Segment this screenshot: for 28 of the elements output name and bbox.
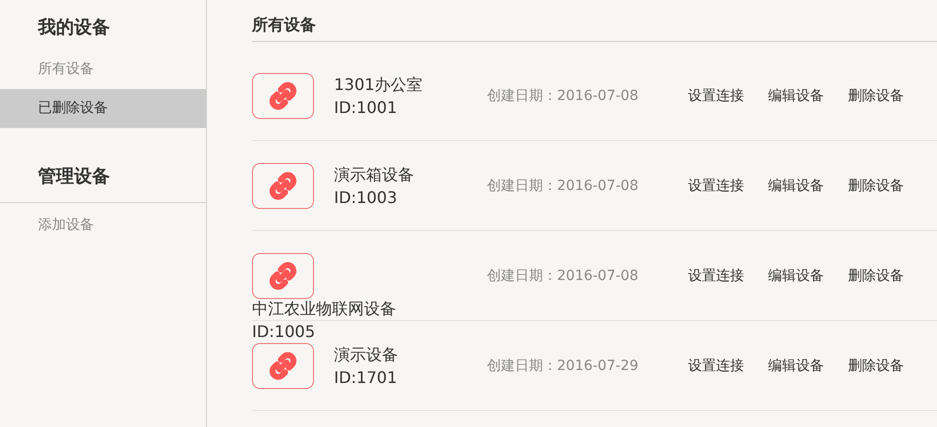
section-heading: 管理设备: [38, 165, 111, 189]
action-link[interactable]: 编辑设备: [768, 176, 824, 194]
device-id: ID:1005: [252, 321, 316, 343]
created-date: 创建日期：2016-07-08: [487, 86, 640, 104]
created-date: 创建日期：2016-07-08: [487, 266, 640, 284]
sidebar-item[interactable]: 已删除设备: [0, 89, 206, 128]
device-id: ID:1003: [334, 186, 398, 208]
action-link[interactable]: 编辑设备: [768, 86, 824, 104]
action-link[interactable]: 删除设备: [848, 266, 904, 284]
created-date: 创建日期：2016-07-08: [487, 176, 640, 194]
device-name: 中江农业物联网设备: [252, 298, 396, 320]
action-link[interactable]: 删除设备: [848, 176, 904, 194]
device-id: ID:1701: [334, 366, 398, 388]
device-name: 演示设备: [334, 344, 399, 366]
action-link[interactable]: 设置连接: [688, 176, 744, 194]
action-link[interactable]: 设置连接: [688, 356, 744, 374]
action-link[interactable]: 设置连接: [688, 86, 744, 104]
action-link[interactable]: 删除设备: [848, 86, 904, 104]
action-link[interactable]: 编辑设备: [768, 356, 824, 374]
device-name: 1301办公室: [334, 74, 424, 96]
action-link[interactable]: 删除设备: [848, 356, 904, 374]
page-heading: 所有设备: [252, 0, 937, 42]
action-link[interactable]: 设置连接: [688, 266, 744, 284]
section-heading: 我的设备: [38, 16, 111, 40]
created-date: 创建日期：2016-07-29: [487, 356, 640, 374]
device-id: ID:1001: [334, 96, 398, 118]
device-name: 演示箱设备: [334, 164, 415, 186]
action-link[interactable]: 编辑设备: [768, 266, 824, 284]
